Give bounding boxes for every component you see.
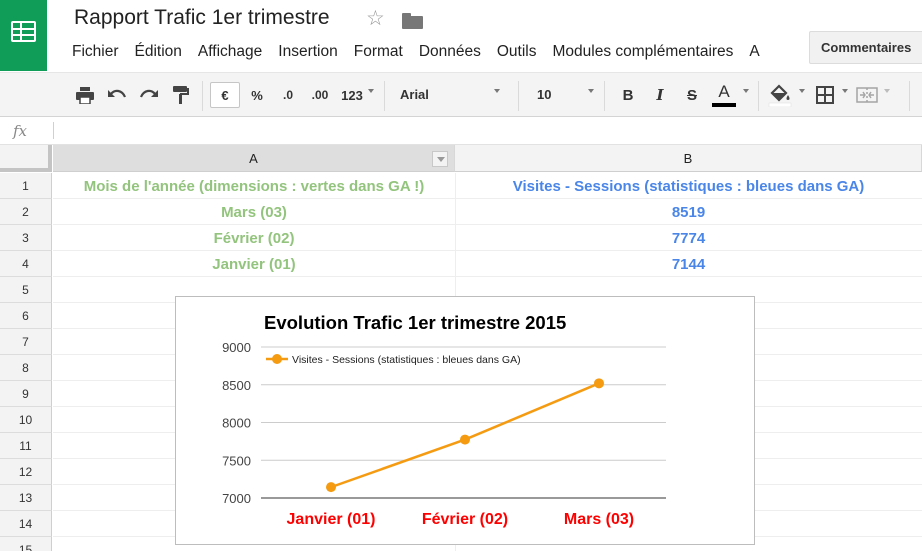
data-point: [326, 482, 336, 493]
cell-b4[interactable]: 7144: [455, 251, 922, 277]
sheets-logo-icon: [11, 21, 36, 42]
column-header-b[interactable]: B: [455, 145, 922, 172]
merge-cells-icon[interactable]: [854, 82, 880, 108]
data-point: [460, 434, 470, 445]
currency-format-button[interactable]: €: [210, 82, 240, 108]
font-family-caret-icon: [494, 89, 500, 93]
y-tick-label: 8000: [222, 416, 251, 431]
column-menu-dropdown-icon[interactable]: [432, 151, 448, 167]
y-tick-label: 8500: [222, 378, 251, 393]
row-header-13[interactable]: 13: [0, 485, 52, 511]
formula-input[interactable]: [58, 120, 908, 142]
document-title[interactable]: Rapport Trafic 1er trimestre: [74, 6, 330, 30]
row-header-1[interactable]: 1: [0, 173, 52, 199]
cell-b2[interactable]: 8519: [455, 199, 922, 225]
row-header-14[interactable]: 14: [0, 511, 52, 537]
toolbar: € % .0 .00 123 Arial 10 B I S A: [0, 72, 922, 117]
font-size-select[interactable]: 10: [537, 82, 597, 108]
select-all-corner[interactable]: [0, 145, 52, 172]
sheets-logo[interactable]: [0, 0, 47, 71]
menu-modules[interactable]: Modules complémentaires: [545, 43, 742, 61]
comments-button[interactable]: Commentaires: [809, 31, 922, 64]
x-category-label: Février (02): [422, 511, 508, 528]
cell-a2[interactable]: Mars (03): [53, 199, 455, 225]
row-header-3[interactable]: 3: [0, 225, 52, 251]
more-formats-button[interactable]: 123: [338, 82, 366, 108]
increase-decimals-button[interactable]: .00: [306, 82, 334, 108]
paint-format-icon[interactable]: [170, 82, 192, 108]
increase-decimals-label: .00: [311, 88, 329, 102]
menu-aide-truncated[interactable]: A: [741, 43, 767, 61]
undo-icon[interactable]: [106, 82, 128, 108]
fill-color-icon[interactable]: [766, 82, 794, 108]
menu-donnees[interactable]: Données: [411, 43, 489, 61]
menu-bar: Fichier Édition Affichage Insertion Format Do…: [64, 43, 768, 63]
menu-insertion[interactable]: Insertion: [270, 43, 345, 61]
fill-color-caret-icon: [799, 89, 805, 93]
star-icon[interactable]: ☆: [366, 6, 385, 31]
bold-button[interactable]: B: [617, 82, 639, 108]
menu-affichage[interactable]: Affichage: [190, 43, 270, 61]
menu-edition[interactable]: Édition: [127, 43, 190, 61]
font-size-caret-icon: [588, 89, 594, 93]
print-icon[interactable]: [74, 82, 96, 108]
row-header-10[interactable]: 10: [0, 407, 52, 433]
x-category-label: Janvier (01): [287, 511, 376, 528]
row-header-4[interactable]: 4: [0, 251, 52, 277]
embedded-chart[interactable]: Evolution Trafic 1er trimestre 2015 7000…: [175, 296, 755, 545]
row-header-9[interactable]: 9: [0, 381, 52, 407]
borders-icon[interactable]: [813, 82, 837, 108]
row-header-8[interactable]: 8: [0, 355, 52, 381]
y-tick-label: 9000: [222, 340, 251, 355]
formula-bar: fx: [0, 118, 922, 145]
text-color-button[interactable]: A: [710, 82, 738, 108]
row-header-12[interactable]: 12: [0, 459, 52, 485]
decrease-decimals-label: .0: [282, 88, 293, 102]
cell-a1[interactable]: Mois de l'année (dimensions : vertes dan…: [53, 173, 455, 199]
menu-format[interactable]: Format: [346, 43, 411, 61]
legend-label: Visites - Sessions (statistiques : bleue…: [292, 354, 521, 366]
text-color-label: A: [718, 82, 730, 101]
y-tick-label: 7500: [222, 453, 251, 468]
cell-b3[interactable]: 7774: [455, 225, 922, 251]
menu-outils[interactable]: Outils: [489, 43, 545, 61]
borders-caret-icon: [842, 89, 848, 93]
column-header-a[interactable]: A: [53, 145, 455, 172]
text-color-swatch: [712, 103, 736, 107]
row-header-7[interactable]: 7: [0, 329, 52, 355]
cell-a3[interactable]: Février (02): [53, 225, 455, 251]
x-category-label: Mars (03): [564, 511, 634, 528]
legend-marker: [272, 354, 282, 364]
cell-b1[interactable]: Visites - Sessions (statistiques : bleue…: [455, 173, 922, 199]
folder-icon[interactable]: [402, 13, 423, 29]
text-color-caret-icon: [743, 89, 749, 93]
more-formats-caret-icon: [368, 89, 374, 93]
decrease-decimals-button[interactable]: .0: [276, 82, 300, 108]
row-header-5[interactable]: 5: [0, 277, 52, 303]
data-point: [594, 378, 604, 389]
y-tick-label: 7000: [222, 491, 251, 506]
redo-icon[interactable]: [138, 82, 160, 108]
row-header-2[interactable]: 2: [0, 199, 52, 225]
merge-cells-caret-icon: [884, 89, 890, 93]
line-chart: 7000 7500 8000 8500 9000 Janvier (01) Février …: [222, 340, 666, 528]
row-header-15[interactable]: 15: [0, 537, 52, 551]
font-family-select[interactable]: Arial: [400, 82, 505, 108]
percent-format-button[interactable]: %: [246, 82, 268, 108]
strikethrough-button[interactable]: S: [681, 82, 703, 108]
cell-a4[interactable]: Janvier (01): [53, 251, 455, 277]
row-header-6[interactable]: 6: [0, 303, 52, 329]
menu-fichier[interactable]: Fichier: [64, 43, 127, 61]
fx-icon: fx: [13, 122, 28, 140]
row-header-11[interactable]: 11: [0, 433, 52, 459]
italic-button[interactable]: I: [649, 82, 671, 108]
